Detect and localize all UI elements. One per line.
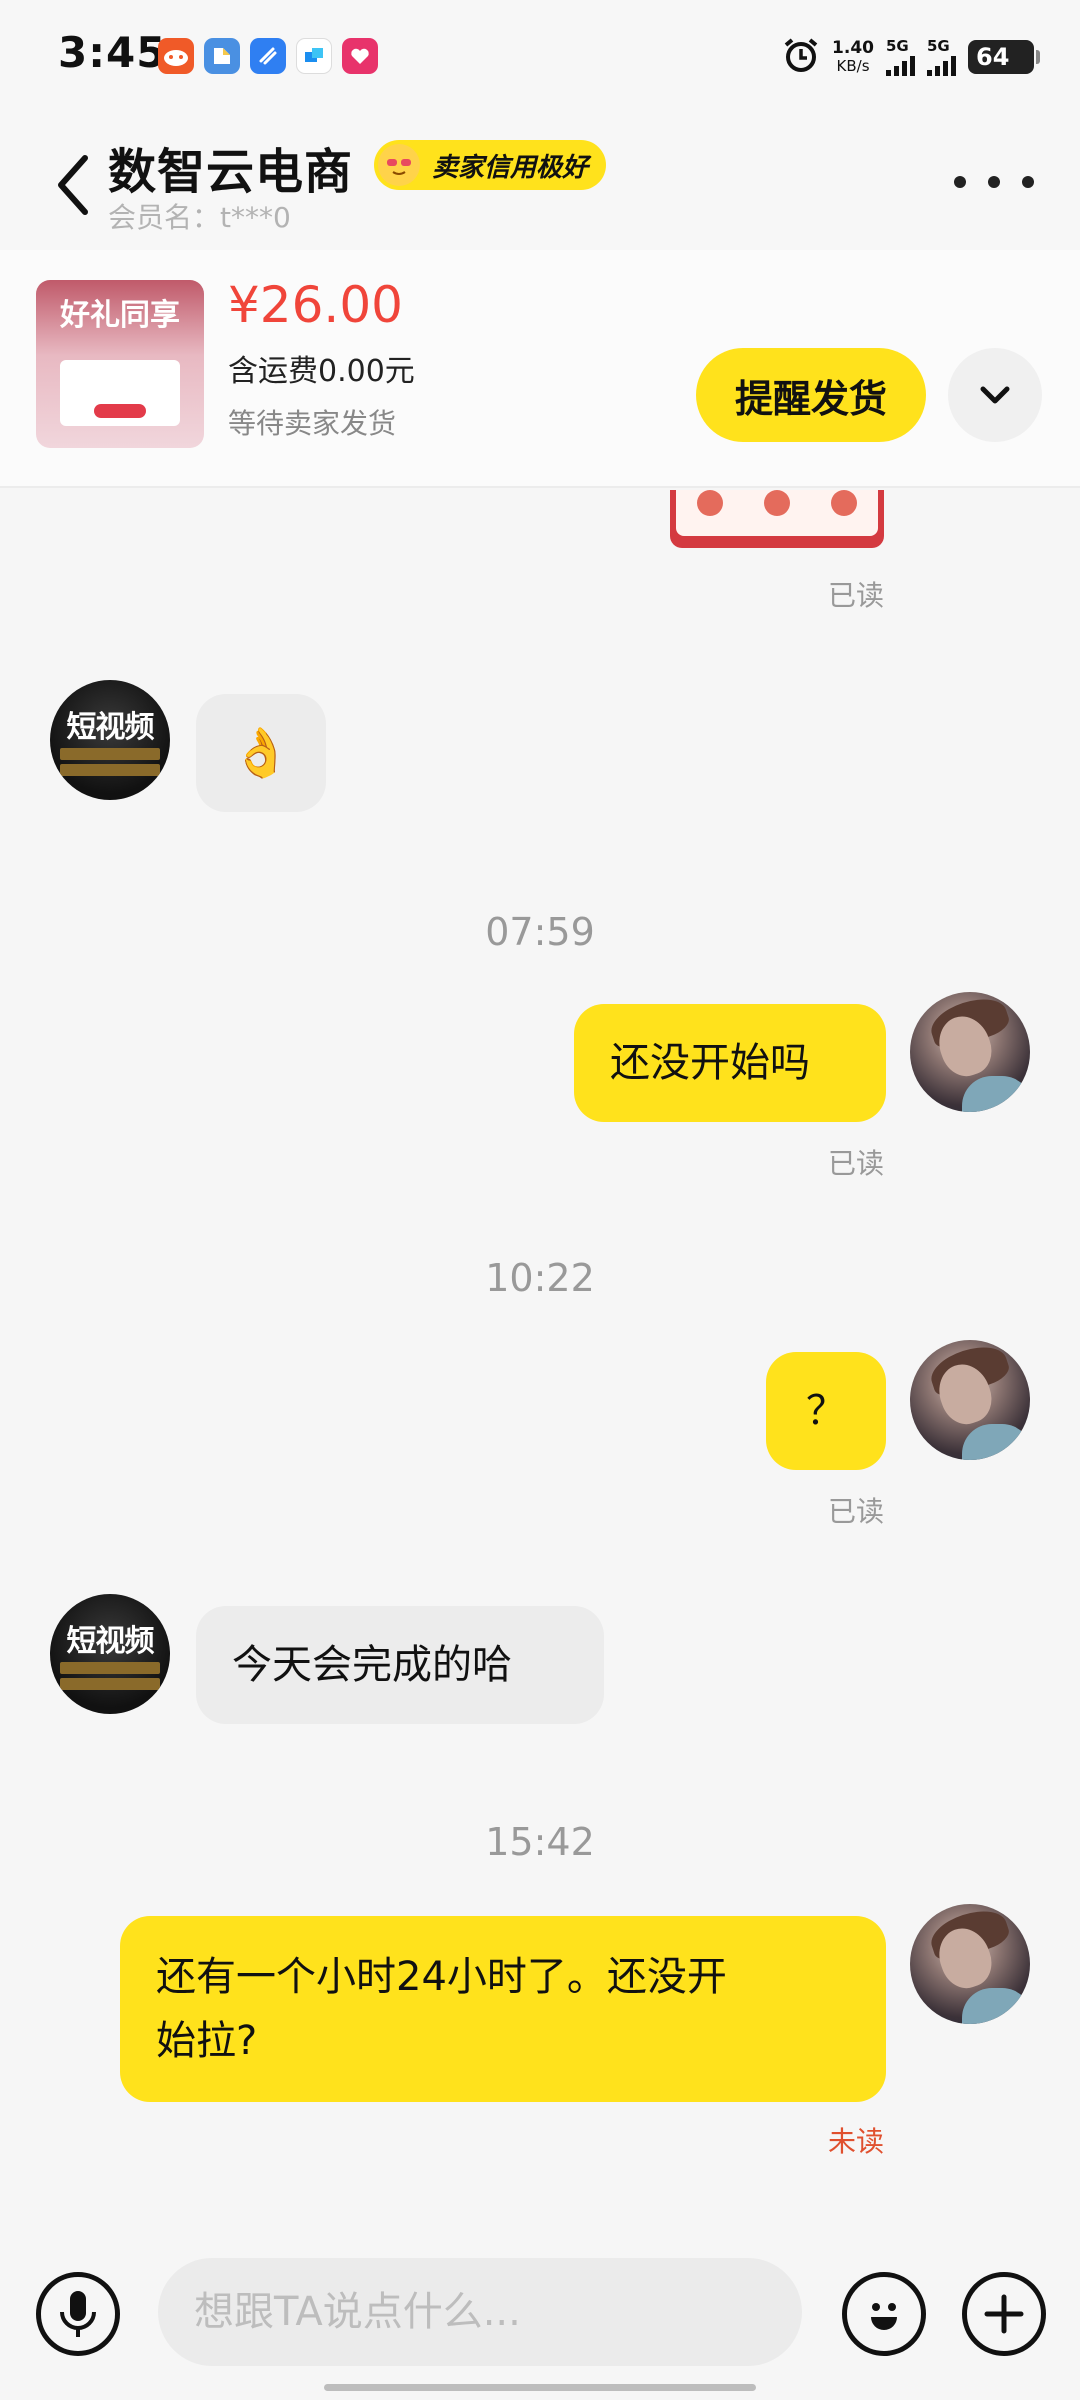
message-bubble-outgoing[interactable]: ？ (766, 1352, 886, 1470)
pink-app-icon (342, 38, 378, 74)
order-card[interactable]: 好礼同享 ¥26.00 含运费0.00元 等待卖家发货 提醒发货 (0, 250, 1080, 488)
read-status: 已读 (827, 1495, 884, 1528)
message-text: 今天会完成的哈 (232, 1642, 512, 1688)
message-text-line: 始拉? (156, 2018, 258, 2064)
seller-avatar-text: 短视频 (66, 710, 155, 745)
smiley-icon (871, 2303, 897, 2330)
order-price: ¥26.00 (228, 276, 403, 334)
message-text: ？ (806, 1388, 846, 1434)
message-bubble-outgoing[interactable]: 还有一个小时24小时了。还没开 始拉? (120, 1916, 886, 2102)
seller-avatar-text: 短视频 (66, 1624, 155, 1659)
user-avatar[interactable] (910, 1340, 1030, 1460)
ok-hand-icon: 👌 (231, 725, 291, 781)
message-bubble-incoming[interactable]: 今天会完成的哈 (196, 1606, 604, 1724)
chat-header: 数智云电商 卖家信用极好 会员名：t***0 (0, 118, 1080, 250)
user-avatar[interactable] (910, 1904, 1030, 2024)
seller-avatar[interactable]: 短视频 (50, 1594, 170, 1714)
home-indicator[interactable] (324, 2384, 756, 2391)
message-bubble-outgoing[interactable]: 还没开始吗 (574, 1004, 886, 1122)
status-time: 3:45 (58, 28, 167, 77)
remind-ship-button[interactable]: 提醒发货 (696, 348, 926, 442)
signal-bars-icon (886, 54, 915, 76)
dot (988, 176, 1000, 188)
user-avatar[interactable] (910, 992, 1030, 1112)
unread-status: 未读 (827, 2125, 884, 2158)
order-status: 等待卖家发货 (228, 407, 397, 440)
timestamp: 15:42 (485, 1820, 595, 1864)
message-bubble-incoming[interactable]: 👌 (196, 694, 326, 812)
lark-icon (296, 38, 332, 74)
voice-button[interactable] (36, 2272, 120, 2356)
taobao-red-icon (158, 38, 194, 74)
product-thumbnail-text: 好礼同享 (60, 298, 180, 333)
chevron-down-icon (980, 386, 1010, 404)
battery-level: 64 (976, 43, 1010, 71)
signal-bars-icon (927, 54, 956, 76)
shipping-fee: 含运费0.00元 (228, 354, 415, 389)
cool-face-icon (378, 144, 420, 186)
expand-order-button[interactable] (948, 348, 1042, 442)
image-message[interactable] (670, 490, 884, 548)
credit-badge-label: 卖家信用极好 (432, 152, 589, 183)
files-icon (204, 38, 240, 74)
input-bar (0, 2230, 1080, 2400)
net-speed: 1.40 KB/s (832, 39, 874, 75)
sim1-label: 5G (886, 36, 909, 55)
net-speed-value: 1.40 (832, 38, 874, 58)
credit-badge[interactable]: 卖家信用极好 (374, 140, 607, 190)
timestamp: 07:59 (485, 910, 595, 954)
battery-icon: 64 (968, 40, 1040, 74)
message-text: 还没开始吗 (610, 1040, 810, 1086)
thumbnail-dialog-button-graphic (94, 404, 146, 418)
chat-screen: 3:45 1.40 KB/s 5G 5G 64 数智云电商 卖家信用极好 会员名… (0, 0, 1080, 2400)
chevron-left-icon (58, 155, 88, 215)
dot (1022, 176, 1034, 188)
status-indicators: 1.40 KB/s 5G 5G 64 (782, 36, 1040, 78)
message-input[interactable] (158, 2258, 802, 2366)
thumbnail-dialog-graphic (60, 360, 180, 426)
sim2-label: 5G (927, 36, 950, 55)
more-options-button[interactable] (954, 162, 1034, 202)
read-status: 已读 (827, 1147, 884, 1180)
message-list[interactable]: 已读 短视频 👌 07:59 还没开始吗 已读 10:22 ？ 已读 短视频 今… (0, 490, 1080, 2230)
blue-app-icon (250, 38, 286, 74)
image-message-content (676, 490, 878, 536)
microphone-icon (60, 2291, 96, 2337)
plus-icon (984, 2294, 1024, 2334)
message-text-line: 还有一个小时24小时了。还没开 (156, 1954, 727, 2000)
more-actions-button[interactable] (962, 2272, 1046, 2356)
alarm-icon (782, 36, 820, 78)
product-thumbnail[interactable]: 好礼同享 (36, 280, 204, 448)
emoji-button[interactable] (842, 2272, 926, 2356)
sim1-signal: 5G (886, 36, 915, 76)
seller-avatar[interactable]: 短视频 (50, 680, 170, 800)
member-name: 会员名：t***0 (108, 201, 291, 234)
dot (954, 176, 966, 188)
read-status: 已读 (827, 579, 884, 612)
shop-name[interactable]: 数智云电商 (108, 132, 353, 202)
status-app-icons (158, 38, 378, 74)
timestamp: 10:22 (485, 1256, 595, 1300)
status-bar: 3:45 1.40 KB/s 5G 5G 64 (0, 0, 1080, 118)
back-button[interactable] (50, 150, 96, 220)
net-speed-unit: KB/s (836, 57, 870, 75)
sim2-signal: 5G (927, 36, 956, 76)
